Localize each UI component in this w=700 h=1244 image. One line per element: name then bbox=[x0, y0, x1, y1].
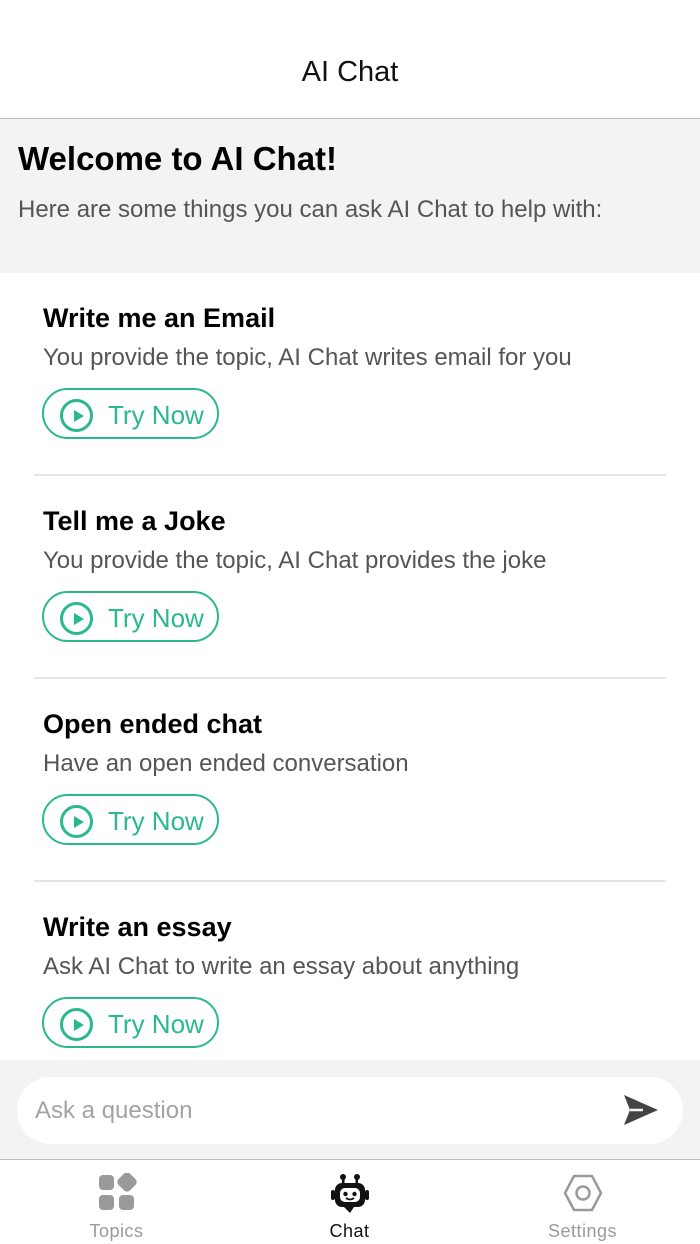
try-now-button[interactable]: Try Now bbox=[42, 794, 219, 845]
try-now-label: Try Now bbox=[108, 1009, 204, 1039]
suggestion-card-open-chat: Open ended chat Have an open ended conve… bbox=[34, 679, 666, 882]
try-now-label: Try Now bbox=[108, 603, 204, 633]
card-description: You provide the topic, AI Chat provides … bbox=[43, 547, 547, 574]
welcome-subtitle: Here are some things you can ask AI Chat… bbox=[18, 196, 603, 223]
suggestion-card-joke: Tell me a Joke You provide the topic, AI… bbox=[34, 476, 666, 679]
tab-settings[interactable]: Settings bbox=[466, 1161, 699, 1244]
robot-icon bbox=[331, 1174, 369, 1213]
tab-topics[interactable]: Topics bbox=[0, 1161, 233, 1244]
card-description: You provide the topic, AI Chat writes em… bbox=[43, 344, 572, 371]
suggestion-card-email: Write me an Email You provide the topic,… bbox=[34, 273, 666, 476]
suggestion-card-essay: Write an essay Ask AI Chat to write an e… bbox=[34, 882, 666, 1085]
tab-bar: Topics Chat Settings bbox=[0, 1161, 700, 1244]
page-title: AI Chat bbox=[301, 56, 399, 88]
navigation-header: AI Chat bbox=[0, 0, 700, 119]
try-now-label: Try Now bbox=[108, 400, 204, 430]
app-root: AI Chat Welcome to AI Chat! Here are som… bbox=[0, 0, 700, 1244]
hexagon-gear-icon bbox=[563, 1174, 603, 1212]
composer-bar bbox=[0, 1060, 700, 1160]
play-circle-icon bbox=[60, 399, 93, 432]
question-input[interactable] bbox=[35, 1091, 615, 1131]
card-title: Write an essay bbox=[43, 912, 232, 942]
welcome-title: Welcome to AI Chat! bbox=[18, 140, 338, 177]
card-title: Open ended chat bbox=[43, 709, 263, 739]
play-circle-icon bbox=[60, 602, 93, 635]
try-now-button[interactable]: Try Now bbox=[42, 388, 219, 439]
card-description: Have an open ended conversation bbox=[43, 750, 409, 777]
composer-pill bbox=[17, 1077, 683, 1144]
send-icon bbox=[624, 1095, 658, 1125]
card-title: Write me an Email bbox=[43, 303, 276, 333]
try-now-button[interactable]: Try Now bbox=[42, 591, 219, 642]
tab-label: Settings bbox=[547, 1221, 618, 1241]
tab-label: Chat bbox=[329, 1221, 370, 1241]
send-button[interactable] bbox=[621, 1092, 661, 1128]
card-description: Ask AI Chat to write an essay about anyt… bbox=[43, 953, 520, 980]
tab-chat[interactable]: Chat bbox=[233, 1161, 466, 1244]
welcome-banner: Welcome to AI Chat! Here are some things… bbox=[0, 119, 700, 273]
play-circle-icon bbox=[60, 1008, 93, 1041]
card-title: Tell me a Joke bbox=[43, 506, 226, 536]
play-circle-icon bbox=[60, 805, 93, 838]
grid-icon bbox=[99, 1173, 137, 1210]
try-now-label: Try Now bbox=[108, 806, 204, 836]
tab-label: Topics bbox=[89, 1221, 144, 1241]
try-now-button[interactable]: Try Now bbox=[42, 997, 219, 1048]
